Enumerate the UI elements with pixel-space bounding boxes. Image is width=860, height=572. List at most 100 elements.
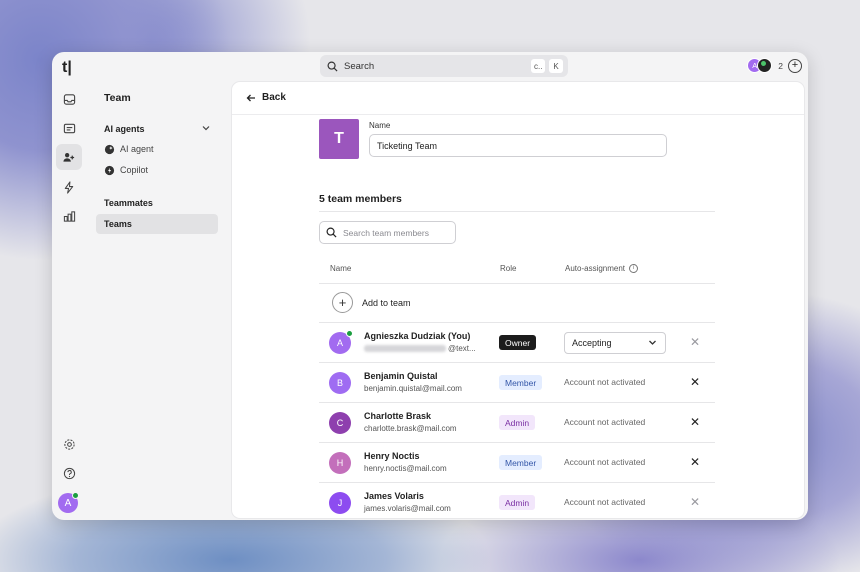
avatar-letter: B [336,378,343,388]
shortcut-key-cmd: c.. [531,59,546,73]
auto-assignment-status: Account not activated [564,457,646,467]
sidebar-item-label: Teams [104,219,132,229]
search-icon [327,61,338,72]
table-row[interactable]: C Charlotte Brask charlotte.brask@mail.c… [319,403,715,443]
back-label: Back [262,92,286,103]
avatar: H [329,452,351,474]
team-icon[interactable] [56,144,82,170]
shortcut-key-k: K [549,59,563,73]
search-icon [326,227,337,238]
member-email: benjamin.quistal@mail.com [364,384,462,393]
sidebar-section-ai-agents[interactable]: AI agents [104,124,145,134]
avatar-letter: C [336,418,344,428]
search-label: Search [344,60,375,72]
add-to-team-button[interactable]: + Add to team [332,292,411,313]
avatar: B [329,372,351,394]
sidebar-item-teams[interactable]: Teams [96,214,218,234]
app-logo[interactable]: t| [62,59,72,77]
nav-rail: t| A [52,52,84,520]
global-search[interactable]: Search c.. K [320,55,568,77]
sidebar-item-label: AI agent [120,144,154,154]
auto-assignment-status: Account not activated [564,417,646,427]
auto-assignment-value: Accepting [572,338,612,348]
info-icon[interactable]: i [629,264,639,274]
table-row[interactable]: A Agnieszka Dudziak (You) @text... Owner… [319,323,715,363]
user-avatar-letter: A [64,497,72,509]
divider [319,283,715,284]
member-email: henry.noctis@mail.com [364,464,447,473]
automation-icon[interactable] [56,174,82,200]
column-header-auto-assignment[interactable]: Auto-assignment i [565,264,639,274]
redacted-text [364,345,446,353]
plus-icon: + [332,292,353,313]
reports-icon[interactable] [56,203,82,229]
sidebar-title: Team [104,92,131,104]
presence-avatars[interactable]: A [747,58,773,73]
header-divider [232,114,804,115]
online-indicator [72,492,79,499]
role-badge[interactable]: Admin [499,495,536,510]
user-avatar[interactable]: A [58,492,79,513]
back-button[interactable]: Back [246,92,286,103]
team-avatar[interactable]: T [319,119,359,159]
member-name: Henry Noctis [364,451,420,461]
auto-assignment-select[interactable]: Accepting [564,332,666,354]
presence-count: 2 [778,60,783,71]
avatar-letter: A [336,338,343,348]
role-badge[interactable]: Admin [499,415,536,430]
main-panel: Back T Name Ticketing Team 5 team member… [232,82,804,518]
arrow-left-icon [246,94,255,101]
sidebar-item-label: Copilot [120,165,149,175]
remove-member-icon[interactable]: ✕ [690,455,700,469]
avatar-letter: J [337,498,343,508]
help-icon[interactable] [56,460,82,486]
sidebar-item-copilot[interactable]: Copilot [96,160,218,180]
member-email-domain: @text... [448,344,476,353]
copilot-icon [104,165,115,175]
inbox-icon[interactable] [56,86,82,112]
member-email: charlotte.brask@mail.com [364,424,457,433]
presence-area: A 2 + [747,58,802,73]
team-name-input[interactable]: Ticketing Team [369,134,667,157]
divider [319,211,715,212]
column-header-name[interactable]: Name [330,264,351,273]
presence-avatar-2 [757,58,773,73]
add-to-team-label: Add to team [362,297,411,308]
sidebar-item-ai-agent[interactable]: AI agent [96,139,218,159]
chevron-down-icon [649,340,656,345]
role-badge[interactable]: Member [499,375,543,390]
remove-member-icon[interactable]: ✕ [690,495,700,509]
contacts-icon[interactable] [56,115,82,141]
members-count-title: 5 team members [319,193,402,205]
member-name: James Volaris [364,491,424,501]
remove-member-icon[interactable]: ✕ [690,415,700,429]
sidebar-section-teammates[interactable]: Teammates [104,198,153,208]
table-row[interactable]: B Benjamin Quistal benjamin.quistal@mail… [319,363,715,403]
remove-member-icon[interactable]: ✕ [690,335,700,349]
avatar-letter: H [336,458,344,468]
member-email: @text... [364,344,476,353]
avatar: J [329,492,351,514]
ai-agent-icon [104,144,115,154]
column-header-role[interactable]: Role [500,264,516,273]
avatar: C [329,412,351,434]
auto-assignment-status: Account not activated [564,497,646,507]
name-label: Name [369,121,391,130]
column-header-label: Auto-assignment [565,264,626,273]
role-badge[interactable]: Owner [499,335,537,350]
online-indicator [346,330,353,337]
create-button[interactable]: + [788,58,802,73]
member-name: Charlotte Brask [364,411,432,421]
settings-icon[interactable] [56,431,82,457]
member-name: Benjamin Quistal [364,371,438,381]
app-window: t| A Search c.. K A 2 + Team AI agents A… [52,52,808,520]
member-name: Agnieszka Dudziak (You) [364,331,471,341]
table-row[interactable]: H Henry Noctis henry.noctis@mail.com Mem… [319,443,715,483]
remove-member-icon[interactable]: ✕ [690,375,700,389]
member-search-input[interactable]: Search team members [319,221,456,244]
chevron-down-icon[interactable] [202,124,210,133]
role-badge[interactable]: Member [499,455,543,470]
table-row[interactable]: J James Volaris james.volaris@mail.com A… [319,483,715,518]
auto-assignment-status: Account not activated [564,377,646,387]
member-email: james.volaris@mail.com [364,504,451,513]
